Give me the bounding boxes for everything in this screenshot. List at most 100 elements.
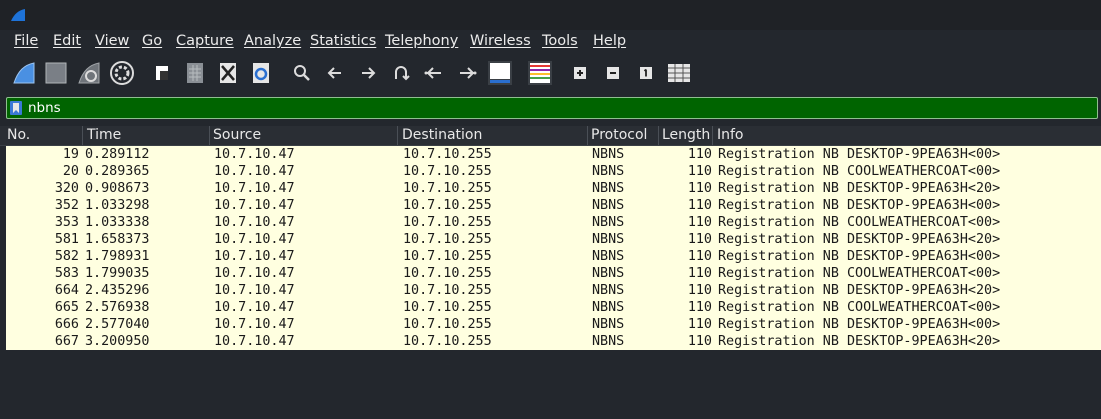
- column-divider[interactable]: [209, 126, 210, 145]
- cell-info: Registration NB DESKTOP-9PEA63H<20>: [718, 232, 1001, 247]
- packet-row[interactable]: 320 0.908673 10.7.10.47 10.7.10.255 NBNS…: [6, 180, 1101, 197]
- cell-destination: 10.7.10.255: [403, 266, 492, 281]
- cell-protocol: NBNS: [592, 215, 625, 230]
- column-header-protocol[interactable]: Protocol: [591, 127, 647, 143]
- cell-source: 10.7.10.47: [214, 232, 295, 247]
- reload-file-icon[interactable]: [247, 59, 275, 87]
- menu-statistics[interactable]: Statistics: [310, 33, 376, 49]
- title-bar: [0, 0, 1101, 30]
- bookmark-icon[interactable]: [10, 101, 22, 115]
- menu-analyze[interactable]: Analyze: [244, 33, 301, 49]
- cell-destination: 10.7.10.255: [403, 317, 492, 332]
- column-header-length[interactable]: Length: [662, 127, 710, 143]
- cell-time: 2.435296: [85, 283, 150, 298]
- restart-capture-icon[interactable]: [75, 59, 103, 87]
- cell-length: 110: [687, 334, 712, 349]
- go-first-packet-icon[interactable]: [420, 59, 448, 87]
- save-file-icon[interactable]: [181, 59, 209, 87]
- packet-row[interactable]: 583 1.799035 10.7.10.47 10.7.10.255 NBNS…: [6, 265, 1101, 282]
- cell-destination: 10.7.10.255: [403, 300, 492, 315]
- cell-time: 2.577040: [85, 317, 150, 332]
- column-divider[interactable]: [658, 126, 659, 145]
- display-filter-bar: [6, 97, 1098, 119]
- normal-size-icon[interactable]: [632, 59, 660, 87]
- cell-time: 1.799035: [85, 266, 150, 281]
- column-header-time[interactable]: Time: [87, 127, 121, 143]
- packet-row[interactable]: 666 2.577040 10.7.10.47 10.7.10.255 NBNS…: [6, 316, 1101, 333]
- menu-help[interactable]: Help: [593, 33, 626, 49]
- cell-source: 10.7.10.47: [214, 266, 295, 281]
- cell-no: 583: [54, 266, 79, 281]
- resize-columns-icon[interactable]: [665, 59, 693, 87]
- cell-info: Registration NB DESKTOP-9PEA63H<20>: [718, 334, 1001, 349]
- cell-protocol: NBNS: [592, 181, 625, 196]
- cell-destination: 10.7.10.255: [403, 215, 492, 230]
- open-file-icon[interactable]: [148, 59, 176, 87]
- column-header-destination[interactable]: Destination: [402, 127, 482, 143]
- column-header-source[interactable]: Source: [213, 127, 261, 143]
- go-to-packet-icon[interactable]: [387, 59, 415, 87]
- packet-row[interactable]: 581 1.658373 10.7.10.47 10.7.10.255 NBNS…: [6, 231, 1101, 248]
- cell-info: Registration NB DESKTOP-9PEA63H<20>: [718, 181, 1001, 196]
- go-forward-icon[interactable]: [354, 59, 382, 87]
- packet-list-header: No. Time Source Destination Protocol Len…: [0, 126, 1101, 146]
- column-divider[interactable]: [397, 126, 398, 145]
- cell-protocol: NBNS: [592, 334, 625, 349]
- go-back-icon[interactable]: [321, 59, 349, 87]
- menu-go[interactable]: Go: [142, 33, 162, 49]
- cell-source: 10.7.10.47: [214, 198, 295, 213]
- packet-row[interactable]: 19 0.289112 10.7.10.47 10.7.10.255 NBNS …: [6, 146, 1101, 163]
- cell-protocol: NBNS: [592, 147, 625, 162]
- menu-file[interactable]: File: [14, 33, 38, 49]
- zoom-in-icon[interactable]: [566, 59, 594, 87]
- cell-info: Registration NB COOLWEATHERCOAT<00>: [718, 164, 1001, 179]
- main-toolbar: [0, 56, 1101, 90]
- menu-tools[interactable]: Tools: [542, 33, 578, 49]
- cell-info: Registration NB DESKTOP-9PEA63H<00>: [718, 249, 1001, 264]
- menu-view[interactable]: View: [95, 33, 129, 49]
- start-capture-icon[interactable]: [10, 59, 38, 87]
- cell-info: Registration NB DESKTOP-9PEA63H<20>: [718, 283, 1001, 298]
- cell-time: 1.033298: [85, 198, 150, 213]
- colorize-icon[interactable]: [526, 59, 554, 87]
- cell-no: 320: [54, 181, 79, 196]
- column-divider[interactable]: [82, 126, 83, 145]
- packet-row[interactable]: 665 2.576938 10.7.10.47 10.7.10.255 NBNS…: [6, 299, 1101, 316]
- zoom-out-icon[interactable]: [599, 59, 627, 87]
- cell-destination: 10.7.10.255: [403, 232, 492, 247]
- auto-scroll-icon[interactable]: [486, 59, 514, 87]
- close-file-icon[interactable]: [214, 59, 242, 87]
- capture-options-icon[interactable]: [108, 59, 136, 87]
- cell-length: 110: [687, 249, 712, 264]
- cell-time: 2.576938: [85, 300, 150, 315]
- menu-capture[interactable]: Capture: [176, 33, 234, 49]
- cell-source: 10.7.10.47: [214, 147, 295, 162]
- column-header-no[interactable]: No.: [7, 127, 30, 143]
- menu-wireless[interactable]: Wireless: [470, 33, 531, 49]
- cell-source: 10.7.10.47: [214, 317, 295, 332]
- packet-row[interactable]: 353 1.033338 10.7.10.47 10.7.10.255 NBNS…: [6, 214, 1101, 231]
- cell-length: 110: [687, 266, 712, 281]
- cell-info: Registration NB COOLWEATHERCOAT<00>: [718, 266, 1001, 281]
- column-divider[interactable]: [587, 126, 588, 145]
- column-divider[interactable]: [712, 126, 713, 145]
- packet-row[interactable]: 352 1.033298 10.7.10.47 10.7.10.255 NBNS…: [6, 197, 1101, 214]
- packet-row[interactable]: 582 1.798931 10.7.10.47 10.7.10.255 NBNS…: [6, 248, 1101, 265]
- cell-length: 110: [687, 300, 712, 315]
- cell-time: 1.798931: [85, 249, 150, 264]
- menu-telephony[interactable]: Telephony: [385, 33, 458, 49]
- stop-capture-icon[interactable]: [42, 59, 70, 87]
- menu-edit[interactable]: Edit: [53, 33, 81, 49]
- cell-source: 10.7.10.47: [214, 181, 295, 196]
- packet-row[interactable]: 667 3.200950 10.7.10.47 10.7.10.255 NBNS…: [6, 333, 1101, 350]
- cell-protocol: NBNS: [592, 283, 625, 298]
- packet-row[interactable]: 20 0.289365 10.7.10.47 10.7.10.255 NBNS …: [6, 163, 1101, 180]
- find-packet-icon[interactable]: [288, 59, 316, 87]
- go-last-packet-icon[interactable]: [453, 59, 481, 87]
- packet-row[interactable]: 664 2.435296 10.7.10.47 10.7.10.255 NBNS…: [6, 282, 1101, 299]
- display-filter-input[interactable]: [28, 99, 1088, 117]
- cell-no: 581: [54, 232, 79, 247]
- column-header-info[interactable]: Info: [717, 127, 744, 143]
- cell-time: 0.289365: [85, 164, 150, 179]
- cell-destination: 10.7.10.255: [403, 283, 492, 298]
